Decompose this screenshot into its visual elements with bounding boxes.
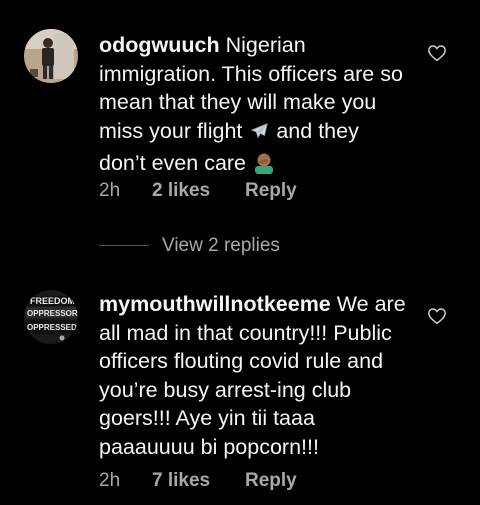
avatar-text-line: FREEDOM — [30, 296, 75, 306]
comment-username[interactable]: odogwuuch — [99, 33, 220, 57]
reply-button[interactable]: Reply — [245, 470, 297, 492]
comment-text-block: mymouthwillnotkeeme We are all mad in th… — [99, 290, 411, 461]
man-facepalming-emoji-icon — [252, 150, 276, 182]
avatar[interactable] — [24, 29, 78, 83]
comment-timestamp: 2h — [99, 180, 121, 201]
avatar-text-line: OPPRESSOR: — [27, 309, 78, 318]
comment-text-block: odogwuuch Nigerian immigration. This off… — [99, 31, 411, 182]
comment-likes-link[interactable]: 2 likes — [152, 180, 210, 202]
avatar[interactable]: FREEDOM OPPRESSOR: OPPRESSED — [24, 290, 78, 344]
comment-timestamp: 2h — [99, 470, 121, 491]
view-replies-button[interactable]: View 2 replies — [162, 235, 280, 257]
replies-divider-line — [99, 245, 149, 246]
comment-username[interactable]: mymouthwillnotkeeme — [99, 292, 331, 316]
comment-text: We are all mad in that country!!! Public… — [99, 292, 406, 459]
airplane-emoji-icon — [248, 120, 270, 150]
heart-outline-icon[interactable] — [427, 307, 447, 325]
heart-outline-icon[interactable] — [427, 44, 447, 62]
comment-likes-link[interactable]: 7 likes — [152, 470, 210, 492]
reply-button[interactable]: Reply — [245, 180, 297, 202]
avatar-text-line: OPPRESSED — [27, 323, 77, 332]
